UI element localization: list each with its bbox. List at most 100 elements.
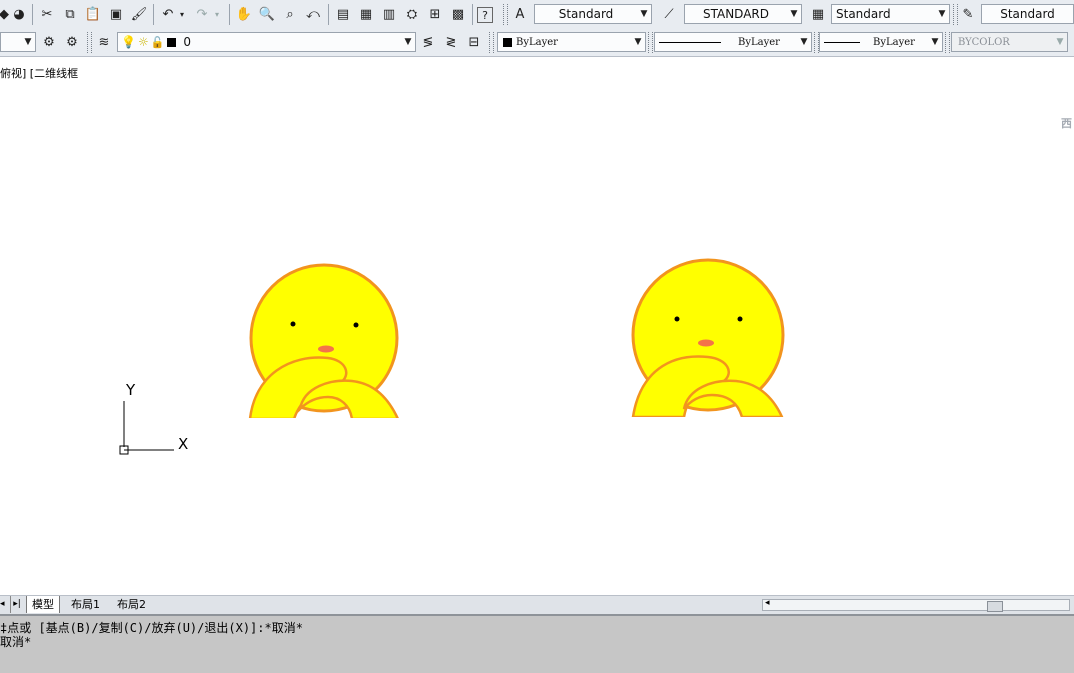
table-style-value: Standard [836,7,891,21]
toolbar-grip[interactable] [945,32,950,53]
linetype-value: ByLayer [738,36,780,48]
layer-properties-icon[interactable]: ≋ [94,32,114,52]
zoom-window-icon[interactable]: ⌕ [280,4,300,24]
toolbar-grip[interactable] [87,32,92,53]
plotstyle-select[interactable]: BYCOLOR ▼ [951,32,1068,52]
workspace-settings-icon[interactable]: ⚙ [39,32,59,52]
toolbar-grip[interactable] [648,32,653,53]
eye-right [737,316,743,322]
layer-states-icon[interactable]: ⊟ [464,32,484,52]
command-window[interactable]: ‡点或 [基点(B)/复制(C)/放弃(U)/退出(X)]:*取消* 取消* [0,614,1074,673]
pan-icon[interactable]: ✋ [234,4,254,24]
linetype-select[interactable]: ByLayer ▼ [654,32,812,52]
tab-scroll-last-icon[interactable]: ▸| [10,596,23,613]
drawing-canvas[interactable]: 俯视] [二维线框 西 Y X [0,57,1074,595]
scroll-left-icon[interactable]: ◂ [765,598,770,608]
cut-icon[interactable]: ✂ [37,4,57,24]
chevron-down-icon: ▼ [931,37,939,47]
tab-scroll-prev-icon[interactable]: ◂ [0,596,10,613]
sheet-set-icon[interactable]: ⛭ [402,4,422,24]
tab-model[interactable]: 模型 [26,596,60,613]
help-icon[interactable]: ? [477,7,493,23]
layer-previous-icon[interactable]: ≷ [441,32,461,52]
lock-icon: 🔓 [150,35,165,49]
text-style-select[interactable]: Standard ▼ [534,4,652,24]
tab-layout1[interactable]: 布局1 [66,596,105,613]
dim-style-icon[interactable]: ⟋ [659,4,679,24]
scroll-thumb[interactable] [987,601,1003,612]
color-value: ByLayer [516,36,558,48]
match-properties-icon[interactable]: 🖌 [129,4,149,24]
separator [472,4,473,25]
layer-select[interactable]: 💡 ☼ 🔓 0 ▼ [117,32,416,52]
nose [318,345,334,353]
multileader-style-value: Standard [1000,7,1055,21]
eye-left [290,321,296,327]
line-sample [824,41,860,43]
ucs-y-label: Y [125,381,136,399]
color-swatch [167,37,177,47]
zoom-realtime-icon[interactable]: 🔍 [257,4,277,24]
copy-icon[interactable]: ⧉ [60,4,80,24]
table-style-select[interactable]: Standard ▼ [831,4,950,24]
chevron-down-icon: ▼ [24,37,32,47]
emoji-figure-left[interactable] [248,263,399,419]
calculator-icon[interactable]: ▩ [448,4,468,24]
command-history-line-1: ‡点或 [基点(B)/复制(C)/放弃(U)/退出(X)]:*取消* [0,621,303,635]
chevron-down-icon: ▼ [938,9,946,19]
publish-icon[interactable]: ◕ [9,4,29,24]
layers-toolbar: ▼ ⚙ ⚙ ≋ 💡 ☼ 🔓 0 ▼ ≶ ≷ ⊟ ByLayer ▼ ByLaye… [0,29,1074,57]
command-history-line-2: 取消* [0,635,32,649]
eye-right [353,322,359,328]
line-sample [659,41,721,43]
layout-tab-bar: ◂ ▸| 模型 布局1 布局2 ◂ [0,595,1074,614]
make-current-layer-icon[interactable]: ≶ [418,32,438,52]
text-style-value: Standard [558,7,614,21]
lightbulb-icon: 💡 [121,35,136,49]
emoji-figure-right[interactable] [631,258,785,417]
paste-block-icon[interactable]: ▣ [106,4,126,24]
chevron-down-icon: ▼ [790,9,798,19]
drawing-svg: Y X [119,258,785,455]
eye-left [674,316,680,322]
separator [32,4,33,25]
tab-layout2[interactable]: 布局2 [112,596,151,613]
undo-dropdown-icon[interactable]: ▾ [177,4,187,24]
dim-style-value: STANDARD [702,7,770,21]
chevron-down-icon: ▼ [800,37,808,47]
tool-palettes-icon[interactable]: ▥ [379,4,399,24]
toolbar-grip[interactable] [503,4,508,25]
ucs-icon [119,401,174,455]
paste-icon[interactable]: 📋 [83,4,103,24]
multileader-style-select[interactable]: Standard [981,4,1074,24]
zoom-previous-icon[interactable]: ⤺ [303,4,323,24]
chevron-down-icon: ▼ [1056,37,1064,47]
ucs-x-label: X [178,435,188,453]
redo-icon[interactable]: ↷ [192,4,212,24]
toolbar-grip[interactable] [489,32,494,53]
color-select[interactable]: ByLayer ▼ [497,32,646,52]
multileader-style-icon[interactable]: ✎ [958,4,978,24]
markup-icon[interactable]: ⊞ [425,4,445,24]
properties-icon[interactable]: ▤ [333,4,353,24]
nose [698,339,714,347]
layer-value: 0 [183,35,192,49]
lineweight-value: ByLayer [873,36,915,48]
separator [328,4,329,25]
text-style-icon[interactable]: A [510,4,530,24]
dim-style-select[interactable]: STANDARD ▼ [684,4,802,24]
standard-toolbar: ◆ ◕ ✂ ⧉ 📋 ▣ 🖌 ↶ ▾ ↷ ▾ ✋ 🔍 ⌕ ⤺ ▤ ▦ ▥ ⛭ ⊞ … [0,0,1074,30]
redo-dropdown-icon[interactable]: ▾ [212,4,222,24]
customize-icon[interactable]: ⚙ [62,32,82,52]
plotstyle-value: BYCOLOR [958,36,1010,48]
horizontal-scrollbar[interactable]: ◂ [762,598,1070,612]
lineweight-select[interactable]: ByLayer ▼ [819,32,943,52]
sun-icon: ☼ [137,35,149,49]
undo-icon[interactable]: ↶ [158,4,178,24]
chevron-down-icon: ▼ [640,9,648,19]
color-swatch [503,37,512,47]
chevron-down-icon: ▼ [404,37,412,47]
workspace-select[interactable]: ▼ [0,32,36,52]
table-style-icon[interactable]: ▦ [808,4,828,24]
design-center-icon[interactable]: ▦ [356,4,376,24]
